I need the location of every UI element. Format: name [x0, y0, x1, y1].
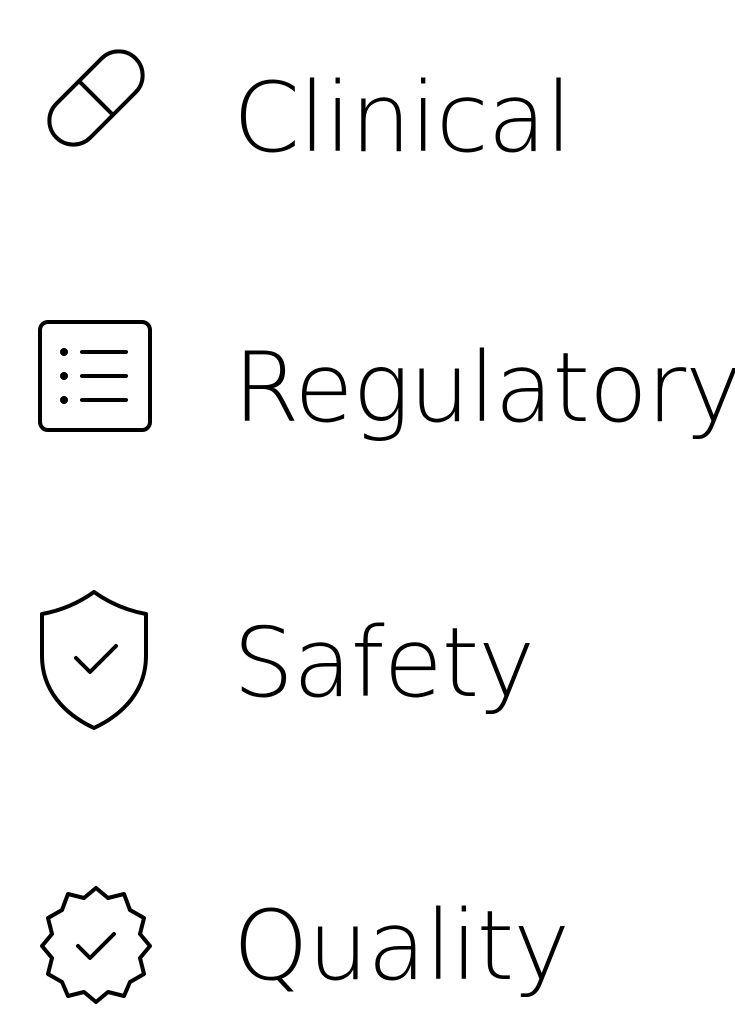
category-item-clinical[interactable]: Clinical: [0, 30, 735, 180]
category-label-safety: Safety: [233, 607, 535, 719]
category-label-regulatory: Regulatory: [233, 332, 735, 444]
category-item-quality[interactable]: Quality: [0, 870, 735, 1020]
badge-check-icon: [34, 880, 158, 1004]
category-item-safety[interactable]: Safety: [0, 580, 735, 730]
pill-icon: [34, 36, 158, 160]
shield-check-icon: [34, 586, 158, 730]
category-label-clinical: Clinical: [233, 62, 572, 174]
list-icon: [34, 318, 158, 442]
category-list: Clinical Regulatory Safety Quality: [0, 0, 735, 1013]
category-label-quality: Quality: [233, 890, 570, 1002]
category-item-regulatory[interactable]: Regulatory: [0, 310, 735, 460]
